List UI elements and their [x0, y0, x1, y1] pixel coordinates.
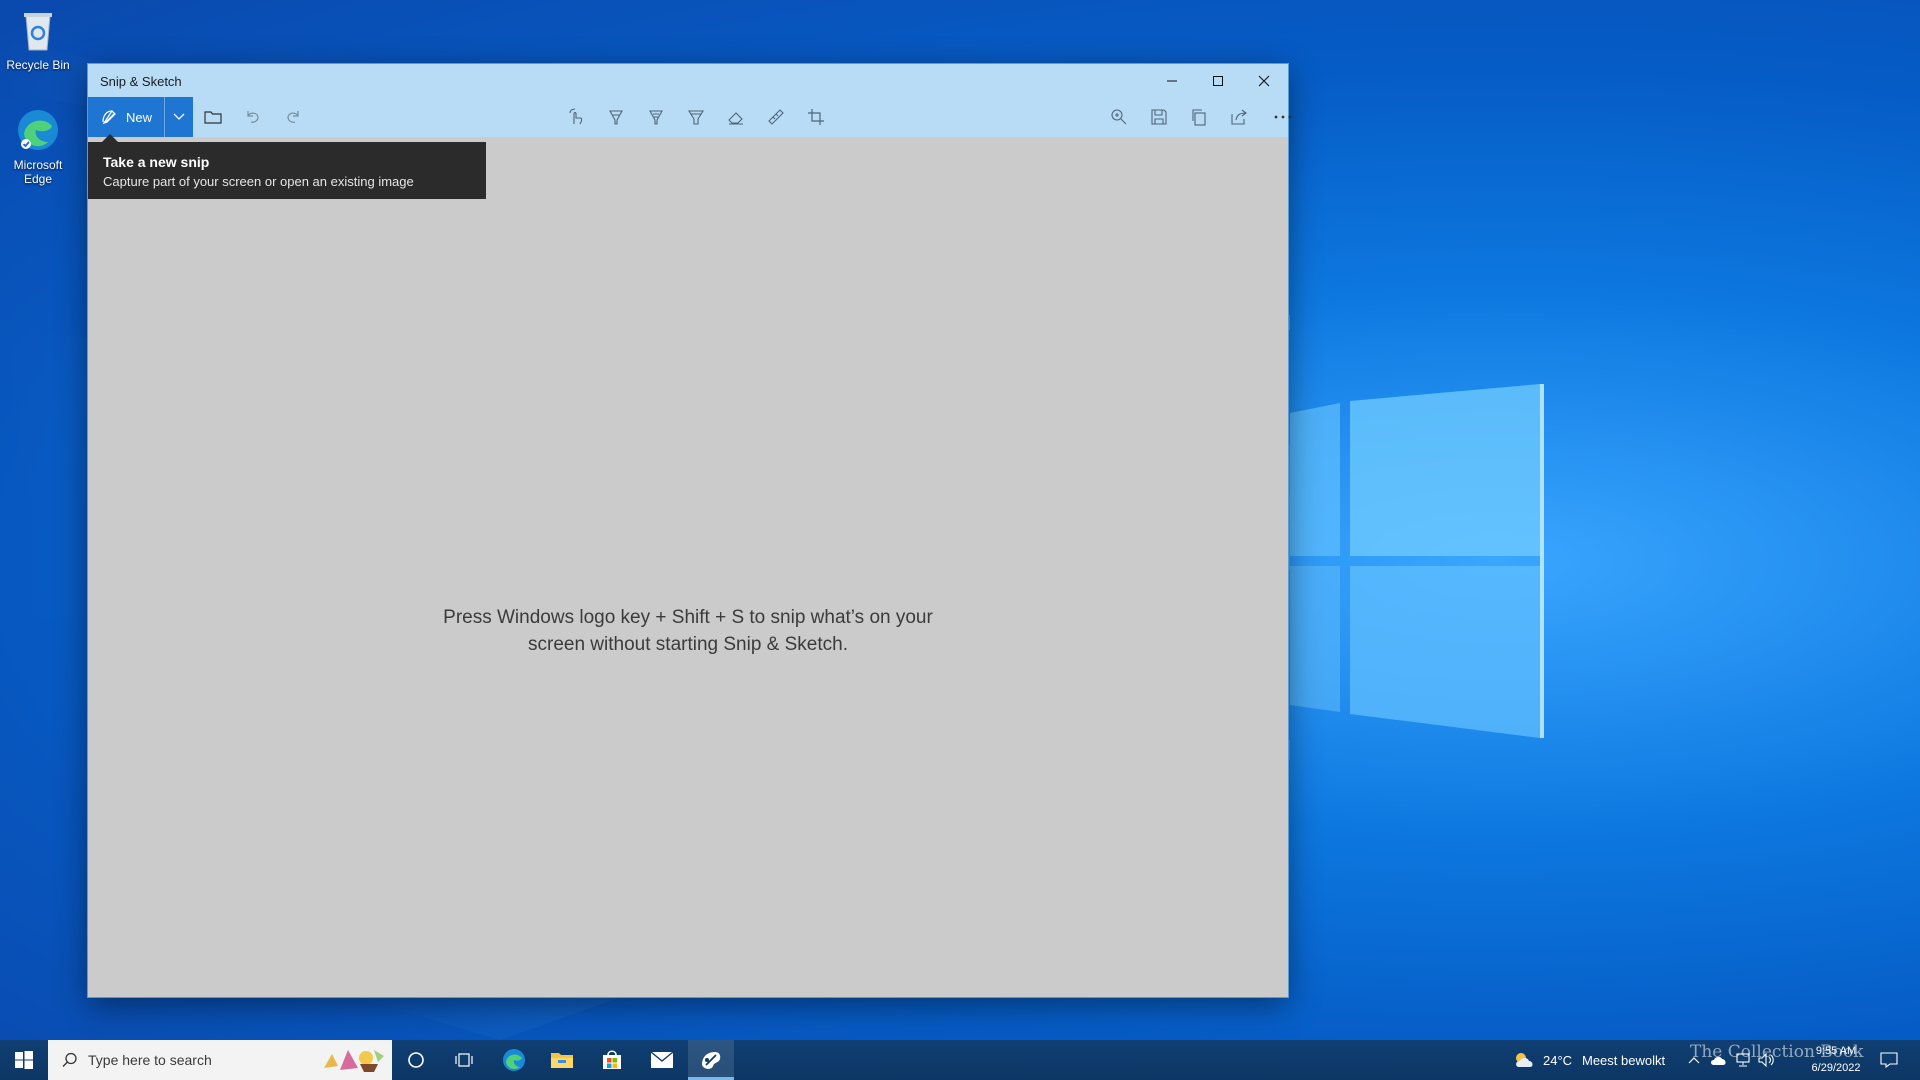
highlighter-icon	[688, 110, 704, 125]
taskbar-clock[interactable]: 9:55 AM 6/29/2022	[1802, 1043, 1870, 1077]
pencil-icon	[649, 110, 663, 125]
action-center-button[interactable]	[1874, 1040, 1904, 1080]
ruler-icon	[768, 109, 784, 125]
taskbar-store[interactable]	[588, 1040, 636, 1080]
snip-sketch-icon	[702, 1052, 721, 1069]
cortana-icon	[408, 1052, 424, 1068]
store-icon	[603, 1050, 621, 1069]
cortana-button[interactable]	[392, 1040, 440, 1080]
undo-icon	[247, 111, 259, 123]
close-button[interactable]	[1241, 64, 1287, 97]
canvas-area: Press Windows logo key + Shift + S to sn…	[88, 137, 1288, 997]
taskbar-file-explorer[interactable]	[538, 1040, 586, 1080]
zoom-icon	[1111, 109, 1127, 125]
taskbar: Type here to search 24°C Meest bewolkt	[0, 1040, 1920, 1080]
weather-cloudy-icon	[1516, 1053, 1533, 1067]
ballpoint-pen-button[interactable]	[596, 97, 636, 137]
desktop-icon-label: Microsoft Edge	[13, 158, 63, 186]
new-snip-tooltip: Take a new snip Capture part of your scr…	[88, 134, 486, 199]
undo-button[interactable]	[233, 97, 273, 137]
hint-line-1: Press Windows logo key + Shift + S to sn…	[443, 607, 933, 628]
new-snip-icon	[102, 109, 116, 125]
open-file-button[interactable]	[193, 97, 233, 137]
new-button-label: New	[126, 109, 153, 125]
minimize-button[interactable]	[1149, 64, 1195, 97]
crop-icon	[808, 109, 824, 125]
weather-description[interactable]: Meest bewolkt	[1582, 1040, 1665, 1080]
maximize-button[interactable]	[1195, 64, 1241, 97]
mail-icon	[650, 1051, 674, 1068]
toolbar: New	[88, 97, 1292, 137]
start-button[interactable]	[0, 1040, 48, 1080]
eraser-icon	[728, 112, 743, 125]
search-highlight-illustration-icon	[324, 1050, 384, 1072]
search-icon	[62, 1052, 77, 1067]
pencil-button[interactable]	[636, 97, 676, 137]
window-title: Snip & Sketch	[100, 74, 182, 89]
hint-line-2: screen without starting Snip & Sketch.	[528, 634, 848, 655]
folder-icon	[204, 111, 222, 124]
redo-icon	[287, 111, 299, 123]
taskbar-mail[interactable]	[638, 1040, 686, 1080]
new-snip-button[interactable]: New	[88, 97, 193, 137]
task-view-icon	[455, 1053, 473, 1067]
taskbar-edge[interactable]	[490, 1040, 538, 1080]
more-icon	[1274, 115, 1292, 119]
weather-temperature[interactable]: 24°C	[1543, 1040, 1572, 1080]
touch-writing-button[interactable]	[556, 97, 596, 137]
notifications-icon	[1880, 1052, 1898, 1068]
eraser-button[interactable]	[716, 97, 756, 137]
more-options-button[interactable]	[1263, 97, 1303, 137]
windows-start-icon	[15, 1051, 33, 1069]
share-button[interactable]	[1219, 97, 1259, 137]
tooltip-subtitle: Capture part of your screen or open an e…	[103, 174, 414, 189]
save-button[interactable]	[1139, 97, 1179, 137]
empty-state-hint: Press Windows logo key + Shift + S to sn…	[88, 604, 1288, 658]
desktop-icon-recycle-bin[interactable]: Recycle Bin	[2, 6, 74, 72]
zoom-button[interactable]	[1099, 97, 1139, 137]
desktop-icon-edge[interactable]: Microsoft Edge	[2, 106, 74, 186]
search-placeholder: Type here to search	[88, 1052, 212, 1068]
chevron-down-icon	[173, 113, 185, 120]
close-icon	[1258, 75, 1270, 86]
crop-button[interactable]	[796, 97, 836, 137]
clock-time: 9:55 AM	[1815, 1045, 1857, 1057]
edge-icon	[503, 1049, 525, 1071]
title-bar[interactable]: Snip & Sketch	[88, 64, 1288, 97]
clock-date: 6/29/2022	[1811, 1062, 1861, 1074]
taskbar-snip-sketch[interactable]	[688, 1040, 734, 1080]
copy-button[interactable]	[1179, 97, 1219, 137]
ruler-button[interactable]	[756, 97, 796, 137]
redo-button[interactable]	[273, 97, 313, 137]
taskbar-search-box[interactable]: Type here to search	[48, 1040, 392, 1080]
maximize-icon	[1213, 75, 1223, 86]
edge-icon	[18, 110, 58, 150]
windows-logo-wallpaper	[1290, 384, 1544, 738]
desktop-icon-label: Recycle Bin	[6, 58, 70, 72]
file-explorer-icon	[551, 1053, 573, 1068]
save-icon	[1151, 109, 1167, 125]
minimize-icon	[1167, 80, 1177, 81]
recycle-bin-icon	[24, 13, 52, 51]
weather-button[interactable]	[1512, 1040, 1536, 1080]
copy-icon	[1192, 109, 1206, 126]
snip-sketch-window: Snip & Sketch New Press Windows logo key…	[88, 64, 1292, 997]
touch-writing-icon	[569, 108, 583, 125]
highlighter-button[interactable]	[676, 97, 716, 137]
task-view-button[interactable]	[440, 1040, 488, 1080]
tooltip-title: Take a new snip	[103, 154, 210, 170]
share-icon	[1231, 109, 1247, 125]
new-dropdown-button[interactable]	[164, 97, 193, 137]
ballpoint-pen-icon	[609, 110, 623, 125]
tooltip-caret	[102, 134, 118, 142]
